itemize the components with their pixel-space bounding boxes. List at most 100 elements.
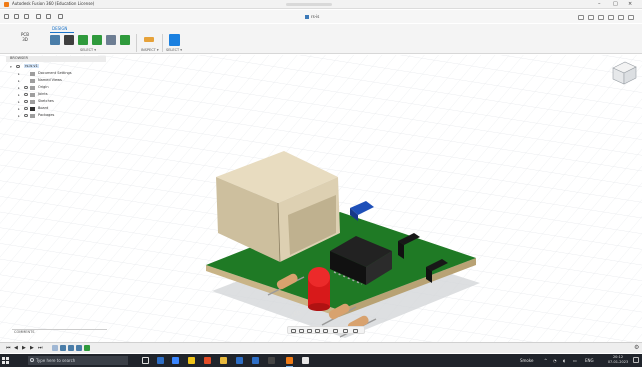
close-button[interactable]: × [628,1,632,7]
browser-item-named-views[interactable]: ▸ Named Views [18,78,108,84]
comments-panel[interactable]: COMMENTS [12,329,107,335]
export-icon[interactable] [106,35,116,45]
browser-item-origin[interactable]: ▸ Origin [18,85,108,91]
timeline-feature-icon[interactable] [68,345,74,351]
look-at-icon[interactable] [299,329,304,333]
help-icon[interactable] [618,15,624,20]
timeline-feature-icon[interactable] [76,345,82,351]
tray-chevron-icon[interactable]: ^ [544,358,547,363]
minimize-button[interactable]: – [598,1,601,7]
account-icon[interactable] [628,15,634,20]
chrome-icon[interactable] [220,357,227,364]
new-tab-icon[interactable] [578,15,584,20]
timeline-settings-icon[interactable]: ⚙ [634,345,639,351]
browser-item-board[interactable]: ▸ Board [18,106,108,112]
visibility-icon[interactable] [24,114,28,117]
taskbar-search[interactable]: Type here to search [28,356,128,365]
timeline-end-icon[interactable]: ⏭ [38,346,43,351]
chevron-right-icon[interactable]: ▸ [18,86,20,90]
package-icon[interactable] [92,35,102,45]
chevron-right-icon[interactable]: ▸ [18,72,20,76]
weather-widget[interactable]: Smoke [520,358,534,363]
visibility-icon[interactable] [24,86,28,89]
zoom-icon[interactable] [315,329,320,333]
fusion-taskbar-icon[interactable] [286,357,293,364]
timeline-forward-icon[interactable]: ▶ [30,346,34,351]
component-icon[interactable] [78,35,88,45]
inspect-group-label[interactable]: INSPECT ▾ [141,48,159,52]
extensions-icon[interactable] [588,15,594,20]
display-settings-icon[interactable] [333,329,338,333]
app-window: Autodesk Fusion 360 (Education License) … [0,0,642,367]
push-to-3d-icon[interactable] [64,35,74,45]
chevron-right-icon[interactable]: ▸ [18,79,20,83]
close-doc-icon[interactable] [58,14,63,19]
red-led[interactable] [308,267,330,311]
chevron-right-icon[interactable]: ▸ [18,114,20,118]
undo-icon[interactable] [36,14,41,19]
viewports-icon[interactable] [353,329,358,333]
timeline-feature-icon[interactable] [84,345,90,351]
redo-icon[interactable] [46,14,51,19]
network-icon[interactable]: ◔ [553,358,557,363]
browser-item-label: Joints [38,92,48,96]
board-3d-icon[interactable] [50,35,60,45]
browser-item-packages[interactable]: ▸ Packages [18,113,108,119]
document-tab[interactable]: rs-is [305,14,327,21]
mail-icon[interactable] [236,357,243,364]
chevron-right-icon[interactable]: ▸ [18,100,20,104]
search-icon [30,358,34,362]
timeline-play-icon[interactable]: ▶ [22,346,26,351]
select-group-label[interactable]: SELECT ▾ [80,48,96,52]
assemble-icon[interactable] [120,35,130,45]
browser-item-document-settings[interactable]: ▸ Document Settings [18,71,108,77]
ribbon-separator [162,34,163,52]
visibility-icon[interactable] [24,107,28,110]
notification-center-icon[interactable] [633,357,639,363]
app-icon[interactable] [268,357,275,364]
title-bar: Autodesk Fusion 360 (Education License) … [0,0,642,9]
battery-icon[interactable]: ▭ [573,358,577,363]
windows-start-icon[interactable] [2,357,9,364]
save-icon[interactable] [24,14,29,19]
grid-settings-icon[interactable] [343,329,348,333]
timeline-feature-icon[interactable] [60,345,66,351]
job-status-icon[interactable] [598,15,604,20]
tab-design[interactable]: DESIGN [52,26,67,31]
notifications-icon[interactable] [608,15,614,20]
browser-item-sketches[interactable]: ▸ Sketches [18,99,108,105]
timeline-feature-icon[interactable] [52,345,58,351]
workspace-switcher[interactable]: PCB 3D [14,32,36,48]
edge-icon[interactable] [172,357,179,364]
task-view-icon[interactable] [142,357,149,364]
visibility-icon[interactable] [24,100,28,103]
measure-icon[interactable] [144,37,154,42]
chevron-right-icon[interactable]: ▸ [18,107,20,111]
volume-icon[interactable]: ◖ [563,358,565,363]
app-icon[interactable] [302,357,309,364]
chevron-down-icon[interactable]: ▾ [10,65,12,69]
office-icon[interactable] [204,357,211,364]
word-icon[interactable] [252,357,259,364]
visibility-icon[interactable] [24,93,28,96]
file-explorer-icon[interactable] [188,357,195,364]
visibility-icon[interactable] [16,65,20,68]
timeline-start-icon[interactable]: ⏮ [6,346,11,351]
maximize-button[interactable]: □ [613,1,618,7]
system-clock[interactable]: 20:12 07-01-2023 [606,355,630,365]
orbit-icon[interactable] [291,329,296,333]
timeline-back-icon[interactable]: ◀ [14,346,18,351]
file-icon[interactable] [14,14,19,19]
fit-icon[interactable] [323,329,328,333]
grid-menu-icon[interactable] [4,14,9,19]
browser-item-joints[interactable]: ▸ Joints [18,92,108,98]
browser-header[interactable]: BROWSER [6,56,106,62]
viewcube[interactable] [609,58,639,86]
language-indicator[interactable]: ENG [585,358,594,363]
store-icon[interactable] [157,357,164,364]
select-tool-group-label[interactable]: SELECT ▾ [166,48,182,52]
chevron-right-icon[interactable]: ▸ [18,93,20,97]
browser-root[interactable]: ▾ rs-is v1 [10,64,100,70]
pan-icon[interactable] [307,329,312,333]
select-tool-icon[interactable] [169,34,180,46]
